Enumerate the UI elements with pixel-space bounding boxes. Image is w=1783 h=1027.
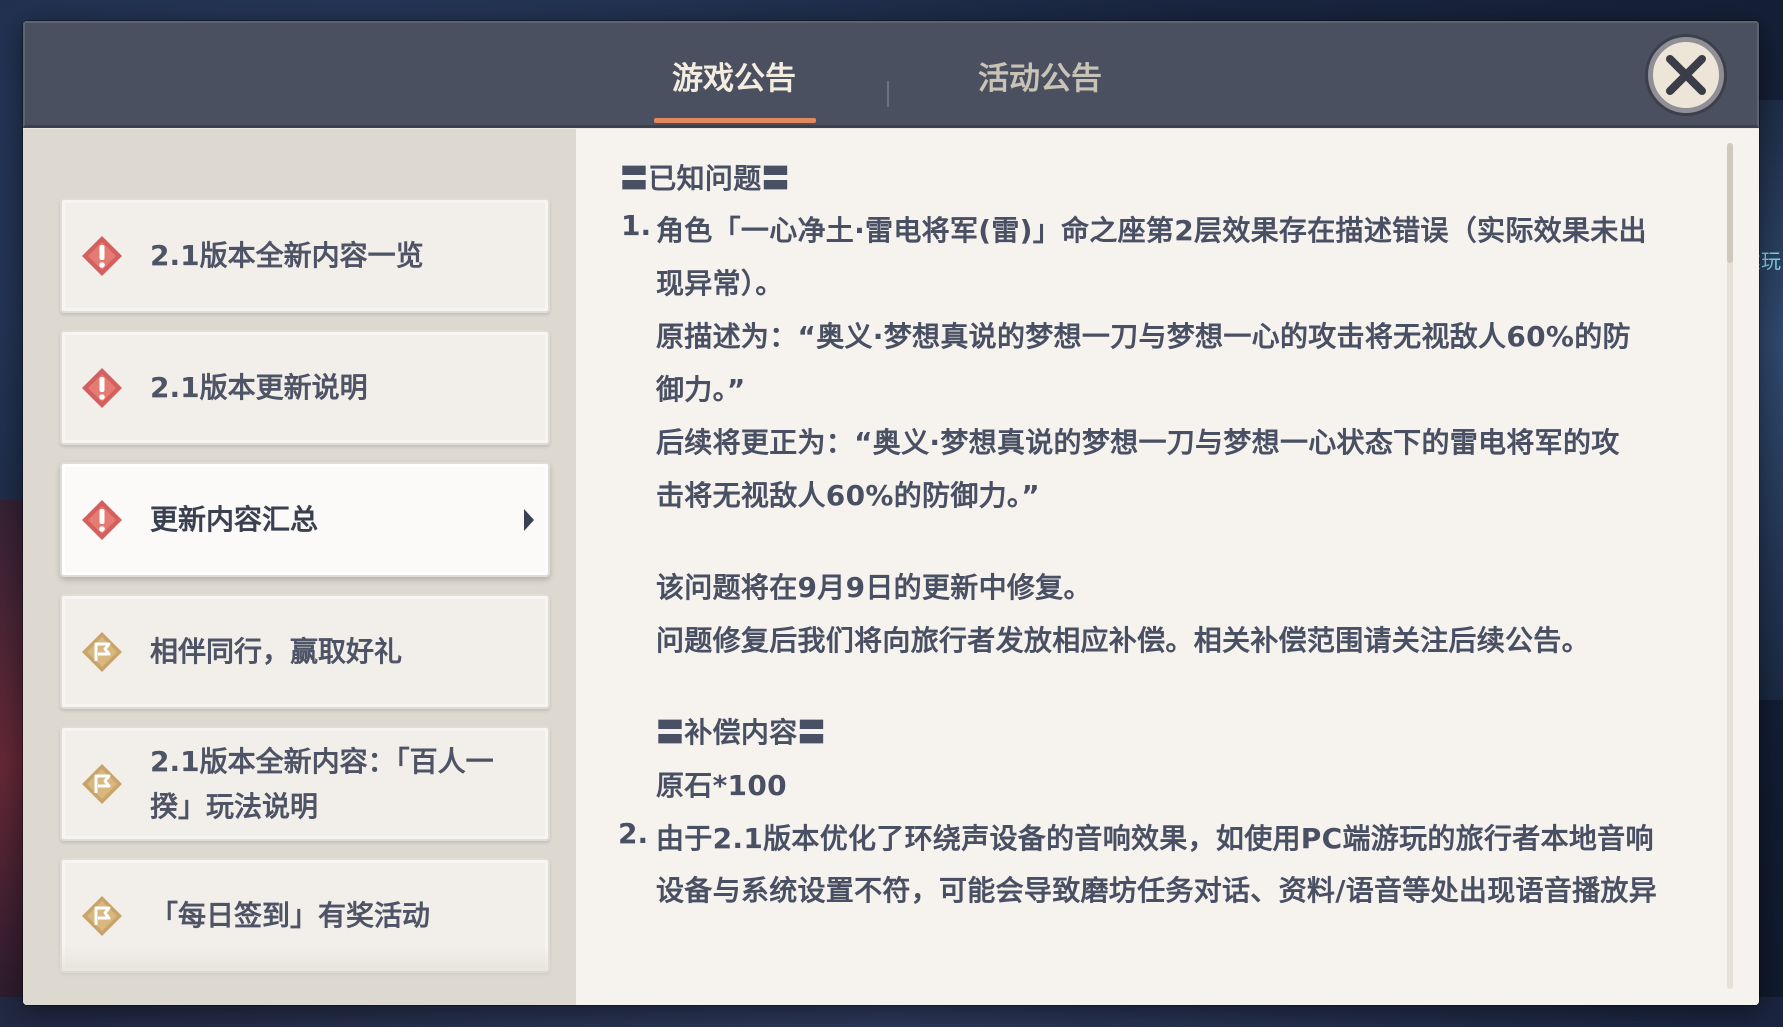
dialog-header: 游戏公告 活动公告 bbox=[23, 21, 1759, 128]
announcement-list: 2.1版本全新内容一览 2.1版本更新说明 更新内容汇总 相伴同行，赢取好礼 2… bbox=[23, 129, 576, 1005]
selected-arrow-icon bbox=[524, 508, 534, 531]
content-fade-overlay bbox=[576, 935, 1759, 1005]
red-exclamation-diamond-icon bbox=[82, 367, 122, 408]
content-text-line: 设备与系统设置不符，可能会导致磨坊任务对话、资料/语音等处出现语音播放异 bbox=[656, 874, 1658, 907]
close-icon bbox=[1666, 55, 1706, 95]
announcement-item-2-1-overview[interactable]: 2.1版本全新内容一览 bbox=[60, 198, 550, 313]
section-heading-compensation: 〓补偿内容〓 bbox=[656, 716, 826, 749]
announcement-item-label: 更新内容汇总 bbox=[150, 503, 319, 536]
content-text-line: 由于2.1版本优化了环绕声设备的音响效果，如使用PC端游玩的旅行者本地音响 bbox=[656, 822, 1654, 855]
tab-separator bbox=[887, 81, 889, 107]
content-text-line: 击将无视敌人60%的防御力。” bbox=[656, 479, 1040, 512]
gold-flag-diamond-icon bbox=[82, 631, 122, 672]
announcement-item-label: 2.1版本全新内容：「百人一揆」玩法说明 bbox=[150, 744, 494, 823]
gold-flag-diamond-icon bbox=[82, 895, 122, 936]
red-exclamation-diamond-icon bbox=[82, 235, 122, 276]
content-text-line: 御力。” bbox=[656, 373, 746, 406]
close-button[interactable] bbox=[1648, 37, 1724, 113]
tab-game-announcements[interactable]: 游戏公告 bbox=[653, 23, 815, 127]
announcement-content[interactable]: 〓已知问题〓 1. 角色「一心净土·雷电将军(雷)」命之座第2层效果存在描述错误… bbox=[576, 129, 1759, 1005]
announcement-dialog: 游戏公告 活动公告 2.1版本全新内容一览 2.1版本更新说明 更新内容汇总 相… bbox=[23, 21, 1759, 1005]
scrollbar-track[interactable] bbox=[1727, 143, 1733, 989]
list-number: 1. bbox=[621, 209, 652, 242]
content-text-line: 问题修复后我们将向旅行者发放相应补偿。相关补偿范围请关注后续公告。 bbox=[656, 624, 1590, 657]
announcement-item-label: 相伴同行，赢取好礼 bbox=[150, 635, 403, 668]
content-text-line: 角色「一心净土·雷电将军(雷)」命之座第2层效果存在描述错误（实际效果未出 bbox=[656, 214, 1647, 247]
scrollbar-thumb[interactable] bbox=[1727, 143, 1733, 263]
announcement-item-companion-rewards[interactable]: 相伴同行，赢取好礼 bbox=[60, 594, 550, 709]
red-exclamation-diamond-icon bbox=[82, 499, 122, 540]
list-fade-overlay bbox=[23, 945, 576, 1005]
gold-flag-diamond-icon bbox=[82, 763, 122, 804]
announcement-item-hundred-people-event[interactable]: 2.1版本全新内容：「百人一揆」玩法说明 bbox=[60, 726, 550, 841]
content-text-line: 原描述为：“奥义·梦想真说的梦想一刀与梦想一心的攻击将无视敌人60%的防 bbox=[656, 320, 1631, 353]
announcement-item-label: 2.1版本全新内容一览 bbox=[150, 239, 424, 272]
tab-event-announcements[interactable]: 活动公告 bbox=[955, 23, 1125, 127]
compensation-value: 原石*100 bbox=[656, 769, 787, 802]
list-number: 2. bbox=[618, 817, 649, 850]
section-heading-known-issues: 〓已知问题〓 bbox=[620, 162, 790, 195]
announcement-item-update-summary[interactable]: 更新内容汇总 bbox=[60, 462, 550, 577]
content-text-line: 现异常）。 bbox=[656, 267, 784, 300]
announcement-item-label: 2.1版本更新说明 bbox=[150, 371, 368, 404]
content-text-line: 后续将更正为：“奥义·梦想真说的梦想一刀与梦想一心状态下的雷电将军的攻 bbox=[656, 426, 1620, 459]
active-tab-underline bbox=[654, 118, 816, 123]
announcement-item-label: 「每日签到」有奖活动 bbox=[150, 899, 431, 932]
content-text-line: 该问题将在9月9日的更新中修复。 bbox=[656, 571, 1092, 604]
announcement-item-2-1-update-notes[interactable]: 2.1版本更新说明 bbox=[60, 330, 550, 445]
